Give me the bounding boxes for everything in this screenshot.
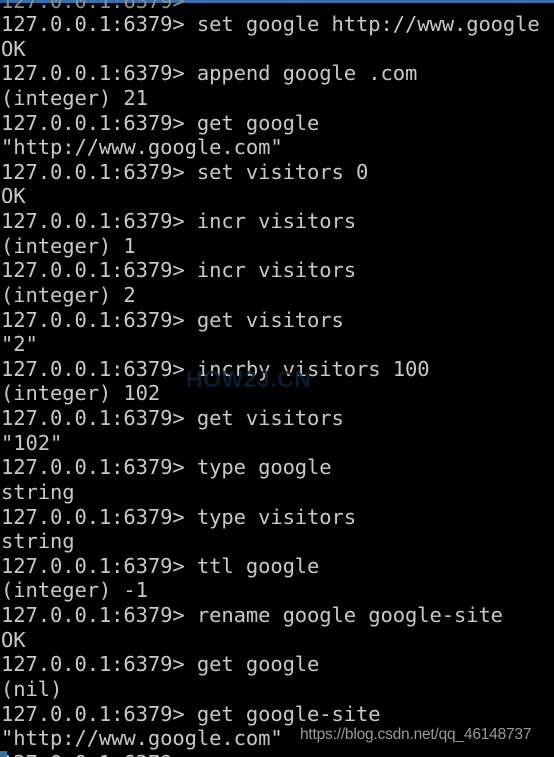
window-bottom-marker <box>0 751 7 757</box>
terminal-command-line: 127.0.0.1:6379> set google http://www.go… <box>1 12 540 36</box>
terminal-command-line: 127.0.0.1:6379> get google <box>1 110 320 135</box>
terminal-command-line: 127.0.0.1:6379> incrby visitors 100 <box>1 356 430 381</box>
terminal-output-line: "http://www.google.com" <box>1 726 283 751</box>
terminal-output-line: (nil) <box>1 677 63 701</box>
terminal-output-line: OK <box>1 627 26 652</box>
terminal-command-line: 127.0.0.1:6379> incr visitors <box>1 258 357 283</box>
terminal-command-line: 127.0.0.1:6379> type google <box>1 455 332 480</box>
terminal-output-line: "http://www.google.com" <box>1 135 283 160</box>
terminal-output-line: (integer) 21 <box>1 85 148 110</box>
terminal-command-line: 127.0.0.1:6379> rename google google-sit… <box>1 603 503 628</box>
terminal-output-line: OK <box>1 36 26 61</box>
terminal-window[interactable]: 127.0.0.1:6379> 127.0.0.1:6379> set goog… <box>0 0 554 757</box>
terminal-command-line: 127.0.0.1:6379> get visitors <box>1 307 344 332</box>
terminal-output-line: "2" <box>1 332 38 357</box>
terminal-command-line: 127.0.0.1:6379> get visitors <box>1 406 344 431</box>
terminal-command-line: 127.0.0.1:6379> ttl google <box>1 553 320 578</box>
terminal-output-line: (integer) 102 <box>1 381 161 406</box>
terminal-output-line: (integer) 2 <box>1 282 136 307</box>
terminal-output-line: "102" <box>1 430 63 455</box>
terminal-output-line: (integer) 1 <box>1 233 136 258</box>
console-output-area[interactable]: 127.0.0.1:6379> 127.0.0.1:6379> set goog… <box>0 0 554 757</box>
terminal-command-line: 127.0.0.1:6379> set visitors 0 <box>1 159 369 184</box>
terminal-output-line: OK <box>1 184 26 209</box>
terminal-output-line: (integer) -1 <box>1 578 148 603</box>
terminal-command-line: 127.0.0.1:6379> type visitors <box>1 504 357 529</box>
terminal-command-line: 127.0.0.1:6379> get google <box>1 652 320 677</box>
terminal-command-line: 127.0.0.1:6379> append google .com <box>1 61 418 86</box>
terminal-output-line: string <box>1 529 75 554</box>
terminal-output-line: string <box>1 479 75 504</box>
terminal-command-line: 127.0.0.1:6379> get google-site <box>1 701 381 726</box>
terminal-prompt-line: 127.0.0.1:6379> <box>1 751 197 757</box>
terminal-command-line: 127.0.0.1:6379> incr visitors <box>1 209 357 234</box>
